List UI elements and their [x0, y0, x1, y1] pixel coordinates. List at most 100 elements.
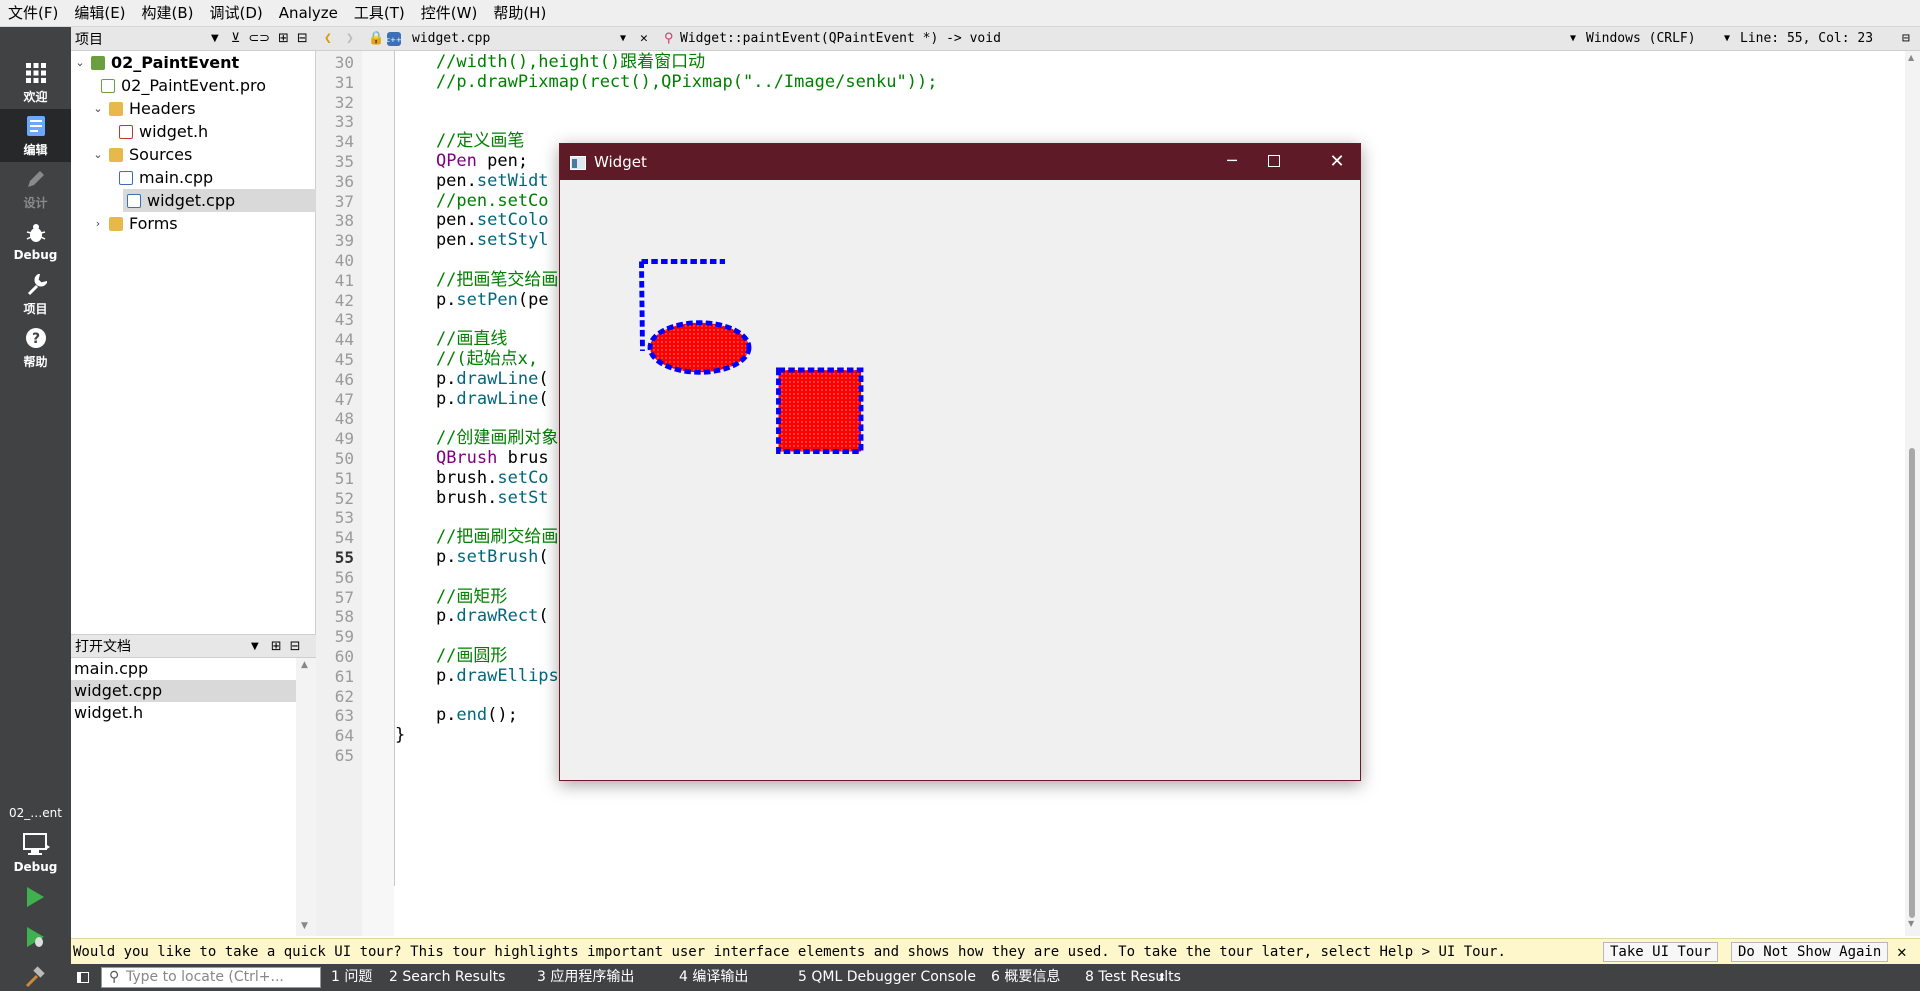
- output-pane-tab[interactable]: 6 概要信息: [991, 964, 1060, 991]
- editor-scrollbar-thumb[interactable]: [1909, 448, 1915, 918]
- kit-selector[interactable]: Debug: [0, 825, 71, 881]
- scroll-up-icon[interactable]: ▲: [301, 660, 308, 670]
- file-icon: [119, 170, 133, 185]
- menu-item[interactable]: 文件(F): [0, 0, 66, 27]
- scroll-up-icon[interactable]: ▲: [1908, 53, 1914, 62]
- mode-design[interactable]: 设计: [0, 162, 71, 215]
- tree-item[interactable]: main.cpp: [109, 166, 213, 189]
- file-selector[interactable]: widget.cpp: [412, 27, 490, 51]
- mode-help[interactable]: ? 帮助: [0, 321, 71, 374]
- cursor-position[interactable]: Line: 55, Col: 23: [1740, 27, 1873, 51]
- close-icon[interactable]: ✕: [1315, 144, 1359, 180]
- open-docs-scrollbar[interactable]: ▲ ▼: [296, 658, 316, 936]
- code-line[interactable]: p.drawLine(: [395, 388, 549, 411]
- code-line[interactable]: p.end();: [395, 704, 518, 727]
- tree-item[interactable]: 02_PaintEvent.pro: [91, 74, 266, 97]
- editor-toolbar: ❮ ❯ 🔒 c++ widget.cpp ▼ ✕ ⚲ Widget::paint…: [316, 27, 1920, 51]
- menu-item[interactable]: 编辑(E): [66, 0, 133, 27]
- mode-welcome[interactable]: 欢迎: [0, 56, 71, 109]
- chevron-down-icon[interactable]: ⌄: [91, 148, 105, 161]
- filter-icon[interactable]: ⊻: [231, 31, 241, 46]
- tree-item[interactable]: ⌄ Headers: [91, 97, 195, 120]
- split-icon[interactable]: ⊞: [271, 639, 282, 654]
- split-icon[interactable]: ⊟: [1902, 27, 1910, 51]
- output-pane-tab[interactable]: 4 编译输出: [679, 964, 748, 991]
- chevron-down-icon[interactable]: ▼: [620, 27, 626, 51]
- code-line[interactable]: p.setBrush(: [395, 546, 549, 569]
- menu-item[interactable]: 帮助(H): [485, 0, 554, 27]
- back-icon[interactable]: ❮: [324, 27, 332, 51]
- chevron-down-icon[interactable]: ▼: [211, 33, 219, 44]
- line-ending-selector[interactable]: Windows (CRLF): [1586, 27, 1696, 51]
- menu-item[interactable]: 工具(T): [346, 0, 413, 27]
- menu-item[interactable]: 调试(D): [202, 0, 271, 27]
- forward-icon[interactable]: ❯: [346, 27, 354, 51]
- output-pane-tab[interactable]: 5 QML Debugger Console: [798, 964, 976, 991]
- tree-item[interactable]: › Forms: [91, 212, 178, 235]
- drawn-line-vertical: [639, 261, 645, 352]
- sidebar-toggle-icon[interactable]: [77, 972, 89, 983]
- tree-item-label: 02_PaintEvent: [111, 53, 240, 72]
- close-file-icon[interactable]: ✕: [640, 27, 648, 51]
- open-doc-item[interactable]: main.cpp: [71, 658, 296, 680]
- symbol-selector[interactable]: Widget::paintEvent(QPaintEvent *) -> voi…: [680, 27, 1001, 51]
- widget-window[interactable]: Widget ─ ✕: [559, 143, 1361, 781]
- maximize-icon[interactable]: [1268, 155, 1280, 167]
- code-line[interactable]: brush.setSt: [395, 487, 549, 510]
- code-line[interactable]: p.setPen(pe: [395, 289, 549, 312]
- bug-icon: [23, 221, 49, 245]
- tree-item-label: Forms: [129, 214, 178, 233]
- open-doc-item[interactable]: widget.cpp: [71, 680, 296, 702]
- scroll-down-icon[interactable]: ▼: [301, 921, 308, 931]
- code-line[interactable]: }: [395, 724, 405, 747]
- run-button[interactable]: [20, 884, 50, 914]
- chevron-updown-icon[interactable]: ⬍: [1157, 964, 1166, 991]
- take-ui-tour-button[interactable]: Take UI Tour: [1603, 942, 1719, 962]
- svg-text:?: ?: [31, 331, 39, 347]
- lock-icon: 🔒: [368, 31, 385, 46]
- chevron-down-icon[interactable]: ⌄: [91, 102, 105, 115]
- scroll-down-icon[interactable]: ▼: [1908, 919, 1914, 928]
- close-panel-icon[interactable]: ⊟: [290, 639, 301, 654]
- tree-item[interactable]: widget.cpp: [123, 189, 316, 212]
- chevron-right-icon[interactable]: ›: [91, 217, 105, 230]
- project-panel-title[interactable]: 项目: [71, 29, 211, 49]
- code-line[interactable]: p.drawRect(: [395, 605, 549, 628]
- code-line[interactable]: //p.drawPixmap(rect(),QPixmap("../Image/…: [395, 71, 938, 94]
- split-icon[interactable]: ⊞: [278, 31, 289, 46]
- tree-item[interactable]: ⌄ Sources: [91, 143, 192, 166]
- mode-debug[interactable]: Debug: [0, 215, 71, 268]
- mode-label: 帮助: [23, 354, 48, 369]
- code-line[interactable]: pen.setStyl: [395, 229, 549, 252]
- chevron-down-icon[interactable]: ▼: [251, 641, 259, 652]
- tree-item[interactable]: widget.h: [109, 120, 208, 143]
- tree-item[interactable]: ⌄ 02_PaintEvent: [73, 51, 239, 74]
- output-pane-tab[interactable]: 1 问题: [331, 964, 372, 991]
- menu-item[interactable]: 控件(W): [413, 0, 486, 27]
- menu-item[interactable]: Analyze: [271, 0, 346, 27]
- output-pane-tab[interactable]: 2 Search Results: [389, 964, 505, 991]
- tree-item-label: Sources: [129, 145, 193, 164]
- menu-item[interactable]: 构建(B): [134, 0, 202, 27]
- chevron-down-icon[interactable]: ▼: [1570, 27, 1576, 51]
- debug-run-button[interactable]: [20, 924, 50, 954]
- help-icon: ?: [23, 326, 49, 350]
- minimize-icon[interactable]: ─: [1210, 144, 1254, 180]
- chevron-down-icon[interactable]: ▼: [1724, 27, 1730, 51]
- widget-titlebar[interactable]: Widget ─ ✕: [560, 144, 1360, 180]
- do-not-show-again-button[interactable]: Do Not Show Again: [1731, 942, 1889, 962]
- output-pane-tab[interactable]: 3 应用程序输出: [537, 964, 634, 991]
- locator-input[interactable]: Type to locate (Ctrl+...: [101, 967, 321, 988]
- drawn-ellipse: [647, 320, 752, 375]
- close-panel-icon[interactable]: ⊟: [297, 31, 308, 46]
- widget-title: Widget: [594, 153, 647, 171]
- build-button[interactable]: [20, 964, 50, 991]
- close-icon[interactable]: ✕: [1897, 942, 1907, 961]
- mode-projects[interactable]: 项目: [0, 268, 71, 321]
- mode-edit[interactable]: 编辑: [0, 109, 71, 162]
- link-icon[interactable]: ⊂⊃: [248, 31, 270, 46]
- open-docs-title[interactable]: 打开文档: [71, 636, 251, 656]
- output-pane-tab[interactable]: 8 Test Results: [1085, 964, 1181, 991]
- open-doc-item[interactable]: widget.h: [71, 702, 296, 724]
- chevron-down-icon[interactable]: ⌄: [73, 56, 87, 69]
